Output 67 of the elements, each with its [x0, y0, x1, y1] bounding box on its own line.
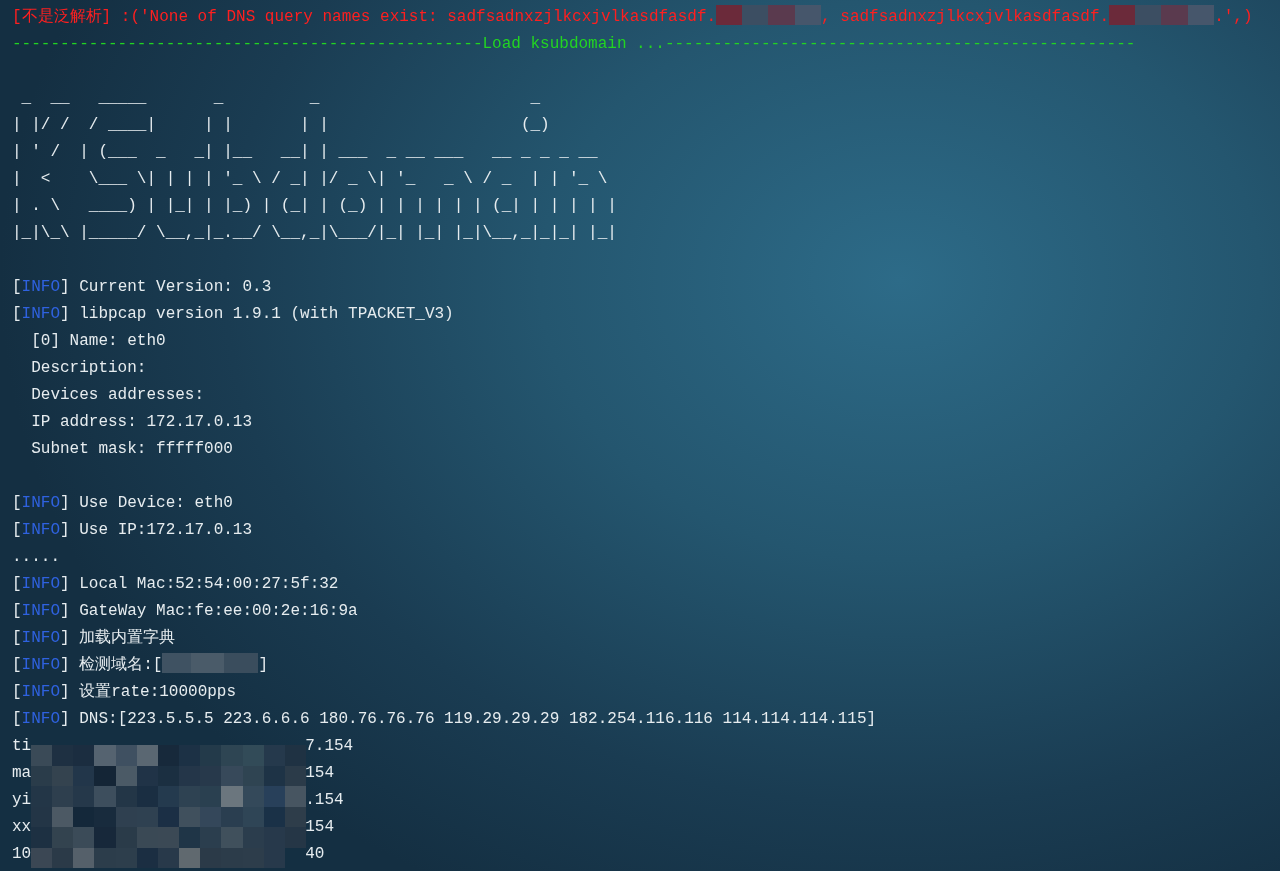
- bracket-text: ]: [60, 575, 70, 593]
- bracket-text: ]: [60, 656, 70, 674]
- bracket-text: [: [12, 656, 22, 674]
- bracket-text: [: [12, 575, 22, 593]
- bracket-text: ]: [60, 305, 70, 323]
- log-text: Current Version: 0.3: [78, 278, 272, 296]
- log-text: 154: [305, 818, 334, 836]
- bracket-text: ]: [60, 494, 70, 512]
- log-text: IP address: 172.17.0.13: [30, 413, 253, 431]
- log-level-tag: INFO: [21, 656, 60, 674]
- log-text: 40: [305, 845, 325, 863]
- ascii-art-line: | . \ ____) | |_| | |_) | (_| | (_) | | | | | | (_| | | | | |: [12, 197, 617, 215]
- ascii-art-line: | ' / | (___ _ _| |__ __| | ___ _ __ ___ __ _ _ _ __: [12, 143, 598, 161]
- log-text: Description:: [30, 359, 147, 377]
- log-level-tag: INFO: [21, 494, 60, 512]
- bracket-text: ]: [60, 602, 70, 620]
- bracket-text: [: [12, 602, 22, 620]
- bracket-text: [: [12, 494, 22, 512]
- log-text: 设置rate:10000pps: [78, 683, 237, 701]
- bracket-text: [: [12, 629, 22, 647]
- log-text: 7.154: [305, 737, 354, 755]
- log-text: ]: [258, 656, 269, 674]
- bracket-text: ]: [60, 278, 70, 296]
- bracket-text: ]: [60, 521, 70, 539]
- bracket-text: [: [12, 710, 22, 728]
- log-level-tag: INFO: [21, 521, 60, 539]
- bracket-text: ]: [60, 710, 70, 728]
- separator-text: -------------------------------------------------Load ksubdomain ...-------------------------------------------------: [12, 35, 1136, 53]
- ascii-art-line: _ __ _____ _ _ _: [20, 89, 541, 107]
- error-text: [不是泛解析] :('None of DNS query names exist: sadfsadnxzjlkcxjvlkasdfasdf.: [12, 8, 717, 26]
- log-text: libpcap version 1.9.1 (with TPACKET_V3): [78, 305, 454, 323]
- log-text: Use Device: eth0: [78, 494, 233, 512]
- bracket-text: [: [12, 278, 22, 296]
- log-text: xx: [12, 818, 32, 836]
- log-text: Subnet mask: fffff000: [30, 440, 233, 458]
- log-text: Use IP:172.17.0.13: [78, 521, 253, 539]
- ascii-art-line: | |/ / / ____| | | | | (_): [12, 116, 550, 134]
- log-text: yi: [12, 791, 32, 809]
- log-text: 154: [305, 764, 334, 782]
- log-level-tag: INFO: [21, 602, 60, 620]
- log-text: .....: [12, 548, 60, 566]
- bracket-text: ]: [60, 683, 70, 701]
- log-level-tag: INFO: [21, 278, 60, 296]
- log-text: Local Mac:52:54:00:27:5f:32: [78, 575, 339, 593]
- ascii-art-line: | < \___ \| | | | '_ \ / _| |/ _ \| '_ _ \ / _ | | '_ \: [12, 170, 608, 188]
- log-text: GateWay Mac:fe:ee:00:2e:16:9a: [78, 602, 358, 620]
- bracket-text: [: [12, 521, 22, 539]
- log-text: ma: [12, 764, 32, 782]
- ascii-art-line: |_|\_\ |_____/ \__,_|_.__/ \__,_|\___/|_| |_| |_|\__,_|_|_| |_|: [12, 224, 617, 242]
- bracket-text: ]: [60, 629, 70, 647]
- log-text: [0] Name: eth0: [30, 332, 166, 350]
- log-text: Devices addresses:: [30, 386, 205, 404]
- log-text: DNS:[223.5.5.5 223.6.6.6 180.76.76.76 119.29.29.29 182.254.116.116 114.114.114.115]: [78, 710, 877, 728]
- log-text: 加载内置字典: [78, 629, 176, 647]
- error-text: .',): [1214, 8, 1253, 26]
- log-level-tag: INFO: [21, 305, 60, 323]
- log-level-tag: INFO: [21, 575, 60, 593]
- log-text: 10: [12, 845, 32, 863]
- error-text: , sadfsadnxzjlkcxjvlkasdfasdf.: [821, 8, 1110, 26]
- log-text: ti: [12, 737, 32, 755]
- log-level-tag: INFO: [21, 710, 60, 728]
- log-text: .154: [305, 791, 344, 809]
- log-text: 检测域名:[: [78, 656, 163, 674]
- bracket-text: [: [12, 683, 22, 701]
- bracket-text: [: [12, 305, 22, 323]
- log-level-tag: INFO: [21, 683, 60, 701]
- log-level-tag: INFO: [21, 629, 60, 647]
